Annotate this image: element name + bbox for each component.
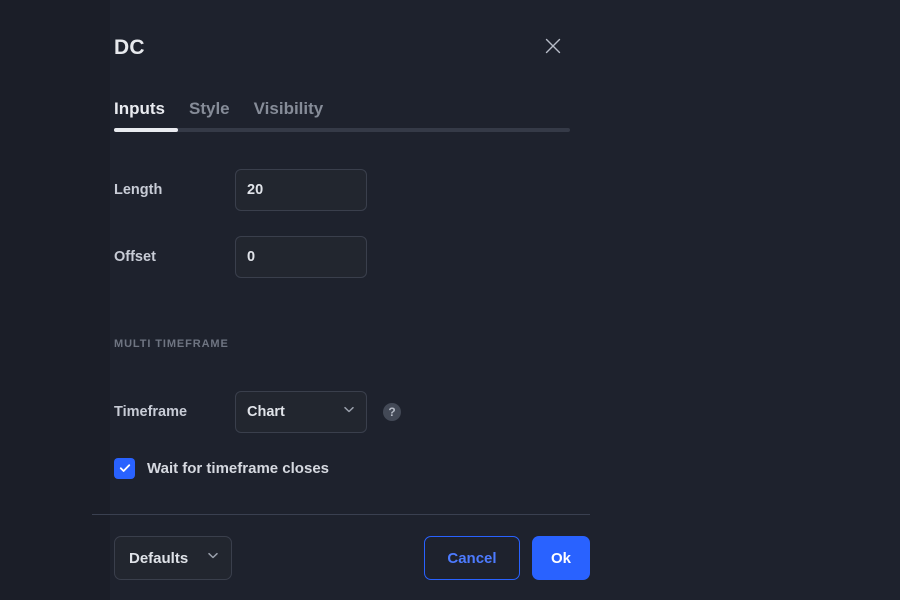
section-label-multi-timeframe: MULTI TIMEFRAME <box>114 338 229 350</box>
tab-rail <box>114 128 570 132</box>
close-icon <box>543 36 563 56</box>
defaults-label: Defaults <box>129 549 189 567</box>
tab-active-indicator <box>114 128 178 132</box>
defaults-dropdown[interactable]: Defaults <box>114 536 232 580</box>
length-input[interactable] <box>235 169 367 211</box>
offset-input[interactable] <box>235 236 367 278</box>
ok-button[interactable]: Ok <box>531 536 590 580</box>
help-circle-icon[interactable]: ? <box>383 403 401 421</box>
wait-for-timeframe-closes-checkbox[interactable] <box>114 457 135 479</box>
field-row-timeframe: Timeframe Chart ? <box>114 391 401 433</box>
timeframe-select[interactable]: Chart <box>235 391 367 433</box>
timeframe-label: Timeframe <box>114 404 188 420</box>
wait-for-timeframe-closes-row[interactable]: Wait for timeframe closes <box>114 455 329 481</box>
offset-label: Offset <box>114 249 156 265</box>
cancel-button[interactable]: Cancel <box>423 536 520 580</box>
page-title: DC <box>114 36 145 59</box>
check-icon <box>118 461 132 475</box>
footer-actions: Cancel Ok <box>423 536 590 580</box>
chevron-down-icon <box>206 549 220 568</box>
dialog-header: DC <box>114 28 574 68</box>
app-screen: DC Inputs Style Visibility Length Offset… <box>0 0 900 600</box>
tab-inputs[interactable]: Inputs <box>114 98 165 120</box>
dialog-footer: Defaults Cancel Ok <box>114 535 590 581</box>
field-row-offset: Offset <box>114 236 367 278</box>
background-gutter <box>0 0 110 600</box>
tab-visibility[interactable]: Visibility <box>254 98 324 120</box>
tab-style[interactable]: Style <box>189 98 230 120</box>
footer-divider <box>92 514 590 515</box>
dialog-tabs: Inputs Style Visibility <box>114 90 323 120</box>
close-button[interactable] <box>535 28 571 64</box>
field-row-length: Length <box>114 169 367 211</box>
chevron-down-icon <box>342 403 356 422</box>
length-label: Length <box>114 182 163 198</box>
help-icon-glyph: ? <box>388 405 396 419</box>
wait-for-timeframe-closes-label: Wait for timeframe closes <box>147 459 329 477</box>
timeframe-select-value: Chart <box>247 404 285 420</box>
